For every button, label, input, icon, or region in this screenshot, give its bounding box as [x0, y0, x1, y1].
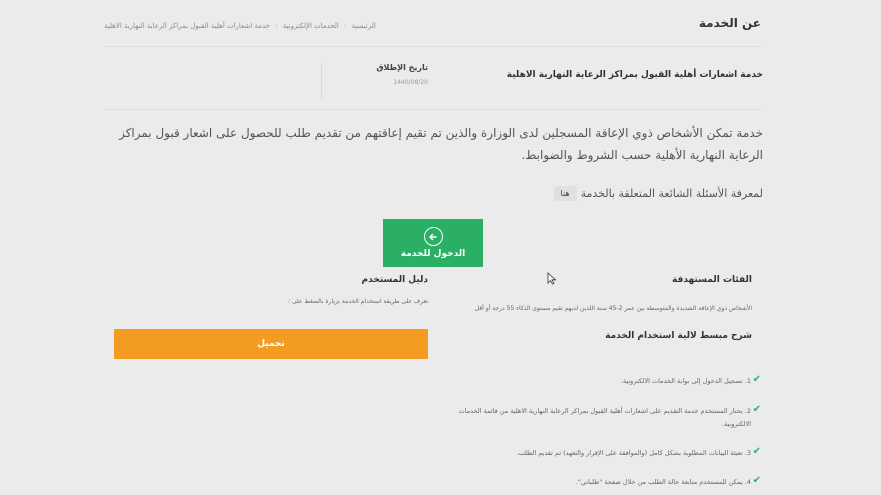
faq-text: لمعرفة الأسئلة الشائعة المتعلقة بالخدمة [580, 187, 763, 200]
page-title: عن الخدمة [698, 16, 761, 30]
launch-date-label: تاريخ الإطلاق [376, 63, 428, 72]
divider [104, 46, 761, 47]
faq-link[interactable]: هنا [553, 186, 577, 201]
target-groups-text: الأشخاص ذوي الإعاقة الشديدة والمتوسطة بي… [474, 305, 752, 312]
check-icon: ✔ [752, 374, 761, 385]
service-description: خدمة تمكن الأشخاص ذوي الإعاقة المسجلين ل… [119, 126, 763, 162]
enter-service-button[interactable]: الدخول للخدمة [383, 219, 483, 267]
arrow-left-icon [423, 227, 443, 246]
faq-row: لمعرفة الأسئلة الشائعة المتعلقة بالخدمة … [553, 186, 763, 201]
user-guide-text: تعرف على طريقة استخدام الخدمة بزيارة بال… [287, 298, 428, 305]
service-name: خدمة اشعارات أهلية القبول بمراكز الرعاية… [506, 70, 763, 80]
enter-service-label: الدخول للخدمة [400, 249, 466, 259]
breadcrumb: الرئيسية›الخدمات الإلكترونية›خدمة اشعارا… [104, 22, 376, 30]
usage-step: 2. يختار المستخدم خدمة التقديم على اشعار… [458, 407, 751, 428]
vertical-divider [321, 63, 322, 99]
breadcrumb-current: خدمة اشعارات أهلية القبول بمراكز الرعاية… [104, 22, 270, 30]
usage-step: 3. تعبئة البيانات المطلوبة بشكل كامل (وا… [516, 449, 751, 457]
usage-title: شرح مبسط لالية استخدام الخدمة [605, 331, 752, 341]
divider [104, 109, 761, 110]
usage-step: 4. يمكن للمستخدم متابعة حالة الطلب من خل… [575, 478, 751, 486]
user-guide-title: دليل المستخدم [361, 275, 428, 285]
download-button[interactable]: تحميل [114, 329, 428, 359]
check-icon: ✔ [752, 475, 761, 486]
usage-step: 1. تسجيل الدخول إلى بوابة الخدمات الالكت… [620, 377, 751, 385]
target-groups-title: الفئات المستهدفة [672, 275, 752, 285]
check-icon: ✔ [752, 446, 761, 457]
check-icon: ✔ [752, 404, 761, 415]
breadcrumb-eservices[interactable]: الخدمات الإلكترونية [283, 22, 339, 30]
launch-date-value: 1440/08/20 [393, 79, 428, 86]
mouse-cursor-icon [547, 270, 557, 289]
breadcrumb-home[interactable]: الرئيسية [352, 22, 376, 30]
